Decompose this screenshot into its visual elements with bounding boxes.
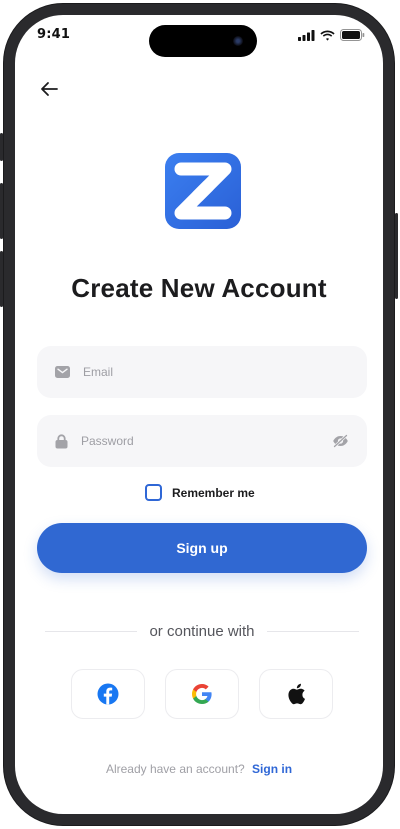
- status-icons: [298, 29, 365, 41]
- status-time: 9:41: [37, 27, 71, 42]
- power-button: [395, 213, 398, 299]
- eye-off-icon[interactable]: [332, 434, 349, 448]
- divider-line-right: [266, 630, 359, 632]
- z-logo-icon: [165, 153, 241, 229]
- lock-icon: [55, 433, 68, 448]
- remember-me-checkbox[interactable]: [145, 484, 162, 501]
- page-title: Create New Account: [71, 273, 327, 303]
- signal-icon: [298, 29, 315, 41]
- email-field[interactable]: [37, 346, 367, 398]
- sign-in-prompt: Already have an account? Sign in: [15, 762, 383, 776]
- facebook-icon: [97, 683, 119, 705]
- remember-me-toggle[interactable]: Remember me: [145, 484, 255, 501]
- sign-up-button[interactable]: Sign up: [37, 523, 367, 573]
- action-button: [0, 133, 3, 161]
- dynamic-island: [149, 25, 257, 57]
- volume-up-button: [0, 183, 3, 239]
- volume-down-button: [0, 251, 3, 307]
- google-icon: [192, 684, 212, 704]
- sign-in-prompt-text: Already have an account?: [105, 762, 245, 776]
- screen: 9:41 Create New Account Email Remember m…: [15, 15, 383, 814]
- divider-line-left: [45, 630, 138, 632]
- mail-icon: [55, 366, 70, 378]
- sign-in-link[interactable]: Sign in: [252, 762, 292, 776]
- arrow-left-icon: [41, 82, 58, 96]
- divider-text: or continue with: [149, 622, 255, 640]
- battery-icon: [340, 29, 365, 41]
- remember-me-label: Remember me: [172, 485, 255, 500]
- facebook-login-button[interactable]: [71, 669, 145, 719]
- apple-login-button[interactable]: [259, 669, 333, 719]
- email-input[interactable]: [81, 364, 349, 380]
- apple-icon: [288, 683, 305, 705]
- password-field[interactable]: [37, 415, 367, 467]
- front-camera: [233, 36, 243, 46]
- phone-frame: 9:41 Create New Account Email Remember m…: [0, 3, 398, 826]
- google-login-button[interactable]: [165, 669, 239, 719]
- social-divider: or continue with: [45, 622, 359, 640]
- back-button[interactable]: [35, 75, 63, 103]
- wifi-icon: [320, 30, 335, 41]
- password-input[interactable]: [79, 433, 332, 449]
